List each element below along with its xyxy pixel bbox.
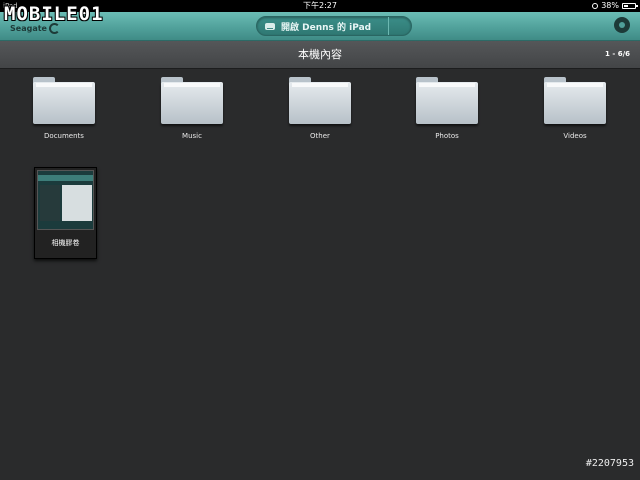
folder-label: Music <box>182 132 202 140</box>
open-device-button[interactable]: 開啟 Denns 的 iPad <box>256 16 412 36</box>
gear-icon[interactable] <box>616 19 628 31</box>
page-title: 本機內容 <box>298 48 342 61</box>
folder-label: Other <box>310 132 330 140</box>
segment-divider <box>388 17 389 35</box>
folder-label: Photos <box>435 132 459 140</box>
title-bar: 本機內容 1 - 6/6 <box>0 41 640 69</box>
item-count: 1 - 6/6 <box>605 50 630 58</box>
camera-roll-album[interactable]: 相機膠卷 <box>34 167 97 259</box>
folder-label: Documents <box>44 132 84 140</box>
folder-icon <box>33 76 95 124</box>
watermark: MOBILE01 <box>4 3 104 25</box>
album-thumbnail <box>37 170 94 230</box>
album-label: 相機膠卷 <box>51 239 80 247</box>
folder-icon <box>416 76 478 124</box>
seagate-swirl-icon <box>48 23 60 34</box>
folder-icon <box>289 76 351 124</box>
folder-photos[interactable]: Photos <box>399 76 495 140</box>
folder-label: Videos <box>563 132 587 140</box>
clock-icon <box>592 3 599 9</box>
app-toolbar: MOBILE01 Seagate 開啟 Denns 的 iPad <box>0 3 640 41</box>
battery-fill <box>624 5 628 7</box>
folder-icon <box>161 76 223 124</box>
battery-icon <box>622 3 638 9</box>
drive-icon <box>265 22 275 30</box>
photo-id: #2207953 <box>585 458 634 469</box>
logo-text: Seagate <box>10 24 47 33</box>
open-device-label: 開啟 Denns 的 iPad <box>281 22 372 33</box>
folder-other[interactable]: Other <box>272 76 368 140</box>
folder-documents[interactable]: Documents <box>16 76 112 140</box>
folder-videos[interactable]: Videos <box>527 76 623 140</box>
open-device-segment[interactable]: 開啟 Denns 的 iPad <box>257 17 388 35</box>
seagate-logo: Seagate <box>10 23 60 34</box>
folder-icon <box>544 76 606 124</box>
battery-percent: 38% <box>601 1 619 10</box>
status-right: 38% <box>592 0 638 12</box>
folder-music[interactable]: Music <box>144 76 240 140</box>
